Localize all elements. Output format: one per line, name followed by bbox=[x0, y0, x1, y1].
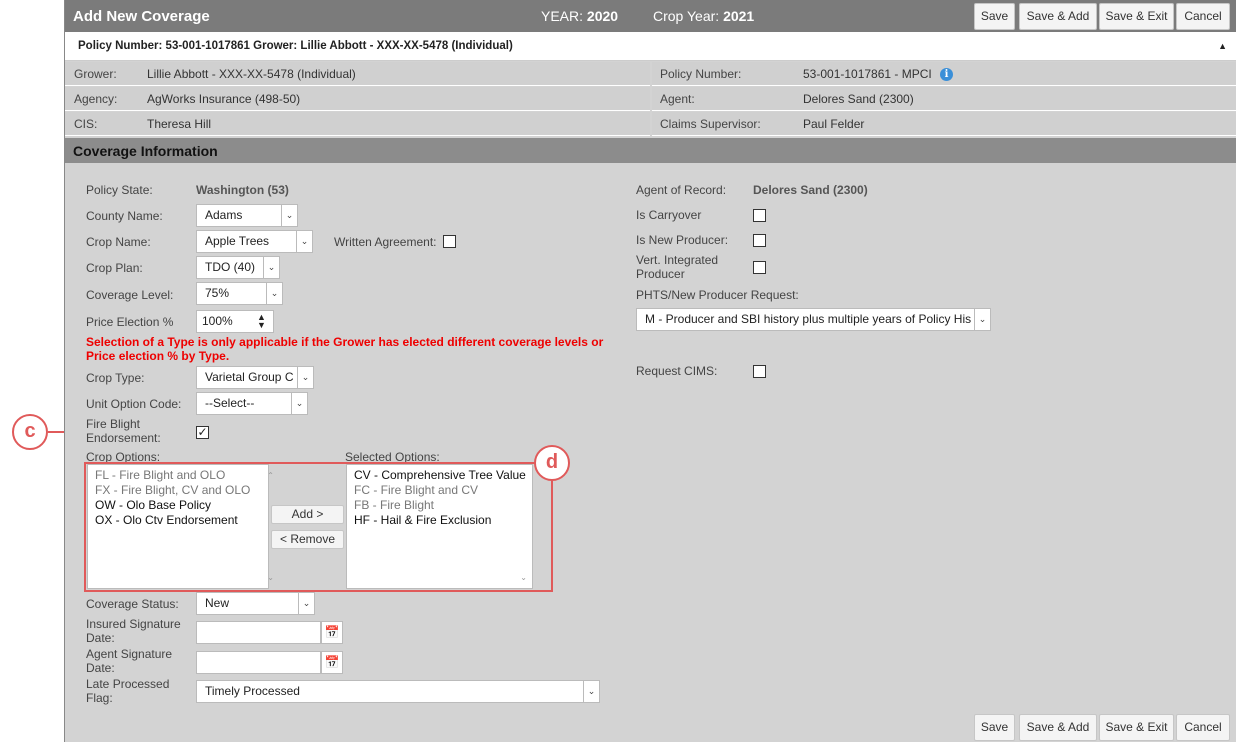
info-icon[interactable]: i bbox=[940, 68, 953, 81]
late-processed-label: Late Processed Flag: bbox=[86, 677, 170, 705]
policy-state-value: Washington (53) bbox=[196, 183, 289, 197]
callout-d: d bbox=[534, 445, 570, 481]
carryover-checkbox[interactable] bbox=[753, 209, 766, 222]
agency-label: Agency: bbox=[74, 92, 118, 106]
agency-value: AgWorks Insurance (498-50) bbox=[147, 92, 301, 106]
agent-signature-label: Agent Signature Date: bbox=[86, 647, 173, 675]
cancel-button-bottom[interactable]: Cancel bbox=[1176, 714, 1230, 741]
info-row-cis: CIS: Theresa Hill Claims Supervisor: Pau… bbox=[65, 112, 1236, 136]
stepper-arrows-icon[interactable]: ▲ ▼ bbox=[257, 313, 266, 330]
new-producer-label: Is New Producer: bbox=[636, 233, 729, 247]
late-processed-select[interactable]: Timely Processed bbox=[196, 680, 584, 703]
grower-label: Grower: bbox=[74, 67, 117, 81]
crop-plan-label: Crop Plan: bbox=[86, 261, 143, 275]
agent-of-record-value: Delores Sand (2300) bbox=[753, 183, 868, 197]
callout-c: c bbox=[12, 414, 48, 450]
highlight-box-d bbox=[84, 462, 553, 592]
calendar-icon[interactable]: 📅 bbox=[321, 621, 343, 644]
cis-value: Theresa Hill bbox=[147, 117, 212, 131]
save-button-bottom[interactable]: Save bbox=[974, 714, 1015, 741]
save-add-button[interactable]: Save & Add bbox=[1019, 3, 1097, 30]
coverage-level-label: Coverage Level: bbox=[86, 288, 174, 302]
fire-blight-checkbox[interactable]: ✓ bbox=[196, 426, 209, 439]
agent-label: Agent: bbox=[660, 92, 695, 106]
new-producer-checkbox[interactable] bbox=[753, 234, 766, 247]
county-select[interactable]: Adams bbox=[196, 204, 282, 227]
coverage-level-select[interactable]: 75% bbox=[196, 282, 267, 305]
county-label: County Name: bbox=[86, 209, 163, 223]
chevron-down-icon[interactable]: ⌄ bbox=[583, 680, 600, 703]
claims-supervisor-value: Paul Felder bbox=[803, 117, 865, 131]
carryover-label: Is Carryover bbox=[636, 208, 702, 222]
written-agreement-label: Written Agreement: bbox=[334, 235, 437, 249]
info-row-grower: Grower: Lillie Abbott - XXX-XX-5478 (Ind… bbox=[65, 62, 1236, 86]
add-coverage-window: Add New Coverage YEAR: 2020 Crop Year: 2… bbox=[64, 0, 1236, 742]
chevron-down-icon[interactable]: ⌄ bbox=[291, 392, 308, 415]
year-display: YEAR: 2020 bbox=[541, 8, 619, 24]
agent-value: Delores Sand (2300) bbox=[803, 92, 914, 106]
chevron-down-icon[interactable]: ⌄ bbox=[297, 366, 314, 389]
chevron-down-icon[interactable]: ⌄ bbox=[298, 592, 315, 615]
policy-state-label: Policy State: bbox=[86, 183, 153, 197]
insured-signature-label: Insured Signature Date: bbox=[86, 617, 181, 645]
policy-number-label: Policy Number: bbox=[660, 67, 742, 81]
save-add-button-bottom[interactable]: Save & Add bbox=[1019, 714, 1097, 741]
policy-summary-text: Policy Number: 53-001-1017861 Grower: Li… bbox=[78, 40, 513, 52]
price-election-label: Price Election % bbox=[86, 315, 174, 329]
coverage-info-header: Coverage Information bbox=[65, 138, 1236, 163]
crop-year-display: Crop Year: 2021 bbox=[653, 8, 755, 24]
chevron-down-icon[interactable]: ⌄ bbox=[296, 230, 313, 253]
section-title: Coverage Information bbox=[73, 143, 218, 159]
crop-type-warning: Selection of a Type is only applicable i… bbox=[86, 335, 604, 363]
agent-signature-date-input[interactable] bbox=[196, 651, 321, 674]
phts-select[interactable]: M - Producer and SBI history plus multip… bbox=[636, 308, 975, 331]
insured-signature-date-input[interactable] bbox=[196, 621, 321, 644]
info-row-agency: Agency: AgWorks Insurance (498-50) Agent… bbox=[65, 87, 1236, 111]
policy-number-value: 53-001-1017861 - MPCI bbox=[803, 67, 932, 81]
save-exit-button-bottom[interactable]: Save & Exit bbox=[1099, 714, 1174, 741]
crop-name-select[interactable]: Apple Trees bbox=[196, 230, 297, 253]
chevron-down-icon[interactable]: ⌄ bbox=[974, 308, 991, 331]
vertically-integrated-checkbox[interactable] bbox=[753, 261, 766, 274]
chevron-down-icon[interactable]: ⌄ bbox=[263, 256, 280, 279]
calendar-icon[interactable]: 📅 bbox=[321, 651, 343, 674]
crop-type-label: Crop Type: bbox=[86, 371, 145, 385]
phts-label: PHTS/New Producer Request: bbox=[636, 288, 799, 302]
vertically-integrated-label: Vert. Integrated Producer bbox=[636, 253, 719, 281]
coverage-status-select[interactable]: New bbox=[196, 592, 300, 615]
crop-name-label: Crop Name: bbox=[86, 235, 151, 249]
fire-blight-label: Fire Blight Endorsement: bbox=[86, 417, 161, 445]
crop-plan-select[interactable]: TDO (40) bbox=[196, 256, 264, 279]
collapse-caret-icon[interactable]: ▲ bbox=[1218, 41, 1227, 51]
window-title: Add New Coverage bbox=[73, 8, 210, 25]
grower-value: Lillie Abbott - XXX-XX-5478 (Individual) bbox=[147, 67, 356, 81]
request-cims-checkbox[interactable] bbox=[753, 365, 766, 378]
unit-option-label: Unit Option Code: bbox=[86, 397, 182, 411]
agent-of-record-label: Agent of Record: bbox=[636, 183, 727, 197]
written-agreement-checkbox[interactable] bbox=[443, 235, 456, 248]
title-bar: Add New Coverage YEAR: 2020 Crop Year: 2… bbox=[65, 0, 1236, 32]
claims-supervisor-label: Claims Supervisor: bbox=[660, 117, 761, 131]
coverage-status-label: Coverage Status: bbox=[86, 597, 179, 611]
crop-type-select[interactable]: Varietal Group C bbox=[196, 366, 298, 389]
save-button[interactable]: Save bbox=[974, 3, 1015, 30]
request-cims-label: Request CIMS: bbox=[636, 364, 718, 378]
policy-summary-bar[interactable]: Policy Number: 53-001-1017861 Grower: Li… bbox=[65, 32, 1236, 61]
save-exit-button[interactable]: Save & Exit bbox=[1099, 3, 1174, 30]
chevron-down-icon[interactable]: ⌄ bbox=[281, 204, 298, 227]
chevron-down-icon[interactable]: ⌄ bbox=[266, 282, 283, 305]
unit-option-select[interactable]: --Select-- bbox=[196, 392, 292, 415]
cancel-button[interactable]: Cancel bbox=[1176, 3, 1230, 30]
cis-label: CIS: bbox=[74, 117, 98, 131]
